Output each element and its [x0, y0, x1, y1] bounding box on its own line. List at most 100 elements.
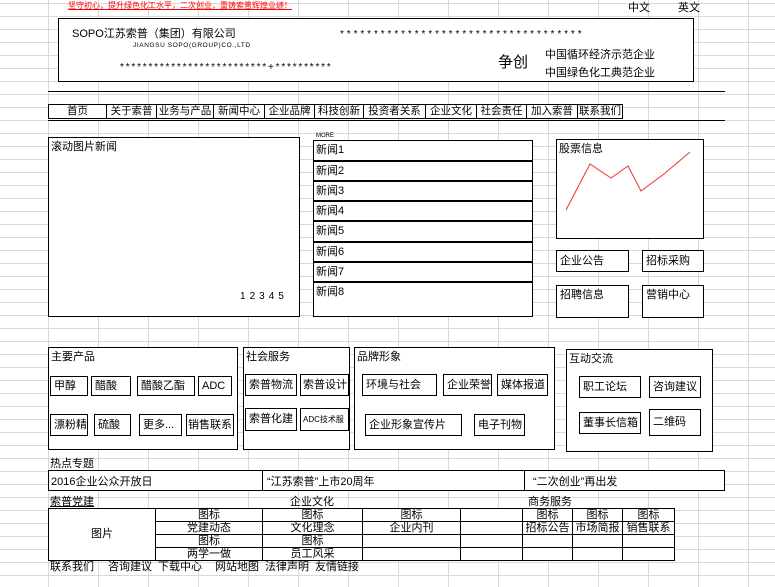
news-item[interactable]: 新闻8	[313, 282, 533, 317]
empty-cell	[622, 547, 675, 561]
news-item[interactable]: 新闻6	[313, 242, 533, 262]
culture-journal-link[interactable]: 企业内刊	[362, 521, 461, 535]
products-sales-contact[interactable]: 销售联系	[186, 414, 234, 436]
marketing-center-link[interactable]: 营销中心	[642, 285, 704, 318]
service-construction[interactable]: 索普化建	[245, 408, 297, 431]
header-divider	[48, 91, 725, 92]
nav-culture[interactable]: 企业文化	[426, 105, 477, 118]
tender-notice-link[interactable]: 招标公告	[522, 521, 573, 535]
lang-english-link[interactable]: 英文	[678, 2, 700, 14]
recruitment-link[interactable]: 招聘信息	[556, 285, 629, 318]
nav-innovation[interactable]: 科技创新	[315, 105, 364, 118]
header-placeholder-top: ************************************	[340, 29, 585, 40]
announcements-link[interactable]: 企业公告	[556, 250, 629, 272]
tender-notice-icon[interactable]: 图标	[522, 508, 573, 522]
business-services-title[interactable]: 商务服务	[528, 496, 572, 508]
product-methanol[interactable]: 甲醇	[50, 376, 88, 396]
empty-cell	[362, 547, 461, 561]
pager-page-4[interactable]: 4	[269, 291, 275, 302]
party-news-link[interactable]: 党建动态	[155, 521, 263, 535]
news-item[interactable]: 新闻7	[313, 262, 533, 282]
brand-environment-society[interactable]: 环境与社会	[362, 374, 437, 396]
products-more-link[interactable]: 更多...	[139, 414, 182, 436]
tendering-link[interactable]: 招标采购	[642, 250, 704, 272]
news-item[interactable]: 新闻5	[313, 221, 533, 242]
qr-code[interactable]: 二维码	[649, 409, 701, 436]
product-acetic-acid[interactable]: 醋酸	[91, 376, 131, 396]
footer-downloads[interactable]: 下载中心	[158, 561, 202, 573]
nav-news-center[interactable]: 新闻中心	[214, 105, 265, 118]
product-sulfuric-acid[interactable]: 硫酸	[94, 414, 131, 436]
nav-social-responsibility[interactable]: 社会责任	[477, 105, 527, 118]
empty-cell	[572, 547, 623, 561]
brand-media-reports[interactable]: 媒体报道	[497, 374, 548, 396]
nav-contact[interactable]: 联系我们	[578, 105, 622, 118]
nav-business-products[interactable]: 业务与产品	[157, 105, 214, 118]
party-study-link[interactable]: 两学一做	[155, 547, 263, 561]
party-study-icon[interactable]: 图标	[155, 534, 263, 548]
nav-about[interactable]: 关于索普	[107, 105, 157, 118]
sales-contact-link[interactable]: 销售联系	[622, 521, 675, 535]
footer-contact[interactable]: 联系我们	[50, 561, 94, 573]
footer-consult[interactable]: 咨询建议	[108, 561, 152, 573]
sales-contact-icon[interactable]: 图标	[622, 508, 675, 522]
nav-brand[interactable]: 企业品牌	[265, 105, 315, 118]
service-logistics[interactable]: 索普物流	[245, 374, 297, 396]
empty-cell	[460, 534, 523, 548]
pager-page-2[interactable]: 2	[250, 291, 256, 302]
hot-topics-title: 热点专题	[50, 458, 94, 470]
nav-divider	[48, 120, 725, 121]
company-name[interactable]: SOPO江苏索普（集团）有限公司	[72, 28, 236, 40]
market-brief-link[interactable]: 市场简报	[572, 521, 623, 535]
news-item[interactable]: 新闻4	[313, 201, 533, 221]
slideshow-pager: 12345	[240, 290, 288, 302]
party-building-title[interactable]: 索普党建	[50, 496, 94, 508]
columns-grid: 图片 图标 图标 图标 图标 图标 图标 党建动态 文化理念 企业内刊 招标公告…	[48, 508, 675, 561]
corporate-culture-title[interactable]: 企业文化	[290, 496, 334, 508]
news-item[interactable]: 新闻1	[313, 140, 533, 161]
pager-page-5[interactable]: 5	[278, 291, 284, 302]
pager-page-1[interactable]: 1	[240, 291, 246, 302]
pager-page-3[interactable]: 3	[259, 291, 265, 302]
table-row: 图片 图标 图标 图标 图标 图标 图标	[48, 508, 675, 561]
product-adc[interactable]: ADC	[198, 376, 232, 396]
staff-style-link[interactable]: 员工风采	[262, 547, 363, 561]
lang-chinese-link[interactable]: 中文	[628, 2, 650, 14]
party-picture[interactable]: 图片	[48, 508, 156, 561]
footer-friend-links[interactable]: 友情链接	[315, 561, 359, 573]
chairman-mailbox-link[interactable]: 董事长信箱	[579, 412, 641, 434]
culture-journal-icon[interactable]: 图标	[362, 508, 461, 522]
image-news-slideshow[interactable]: 滚动图片新闻 12345	[48, 137, 300, 317]
footer-sitemap[interactable]: 网站地图	[215, 561, 259, 573]
culture-concept-link[interactable]: 文化理念	[262, 521, 363, 535]
stock-info-panel[interactable]: 股票信息	[556, 139, 704, 239]
interaction-title: 互动交流	[569, 353, 613, 365]
hot-topic-listing-anniversary[interactable]: “江苏索普”上市20周年	[263, 471, 525, 490]
service-adc-tech[interactable]: ADC技术服	[300, 408, 349, 431]
brand-image-panel: 品牌形象 环境与社会 企业荣誉 媒体报道 企业形象宣传片 电子刊物	[354, 347, 555, 450]
news-list: 新闻1 新闻2 新闻3 新闻4 新闻5 新闻6 新闻7 新闻8	[313, 140, 535, 317]
brand-promo-video[interactable]: 企业形象宣传片	[365, 414, 462, 436]
news-item[interactable]: 新闻2	[313, 161, 533, 181]
market-brief-icon[interactable]: 图标	[572, 508, 623, 522]
brand-honors[interactable]: 企业荣誉	[443, 374, 492, 396]
nav-investor-relations[interactable]: 投资者关系	[364, 105, 426, 118]
culture-concept-icon[interactable]: 图标	[262, 508, 363, 522]
nav-join-us[interactable]: 加入索普	[527, 105, 578, 118]
hot-topic-open-day[interactable]: 2016企业公众开放日	[49, 471, 263, 490]
slogan-link[interactable]: 坚守初心，提升绿色化工水平，二次创业，重铸索普辉煌业绩！	[68, 1, 292, 11]
product-ethyl-acetate[interactable]: 醋酸乙酯	[137, 376, 195, 396]
hot-topic-second-venture[interactable]: “二次创业”再出发	[525, 471, 724, 490]
nav-home[interactable]: 首页	[49, 105, 107, 118]
honor-green-chemical: 中国绿色化工典范企业	[545, 67, 655, 79]
staff-forum-link[interactable]: 职工论坛	[579, 376, 641, 398]
party-news-icon[interactable]: 图标	[155, 508, 263, 522]
service-design[interactable]: 索普设计	[300, 374, 349, 396]
footer-legal[interactable]: 法律声明	[265, 561, 309, 573]
product-bleaching-powder[interactable]: 漂粉精	[50, 414, 88, 436]
news-more-link[interactable]: MORE	[316, 133, 334, 140]
staff-style-icon[interactable]: 图标	[262, 534, 363, 548]
brand-e-journal[interactable]: 电子刊物	[474, 414, 525, 436]
news-item[interactable]: 新闻3	[313, 181, 533, 201]
consult-suggest-link[interactable]: 咨询建议	[649, 376, 701, 398]
